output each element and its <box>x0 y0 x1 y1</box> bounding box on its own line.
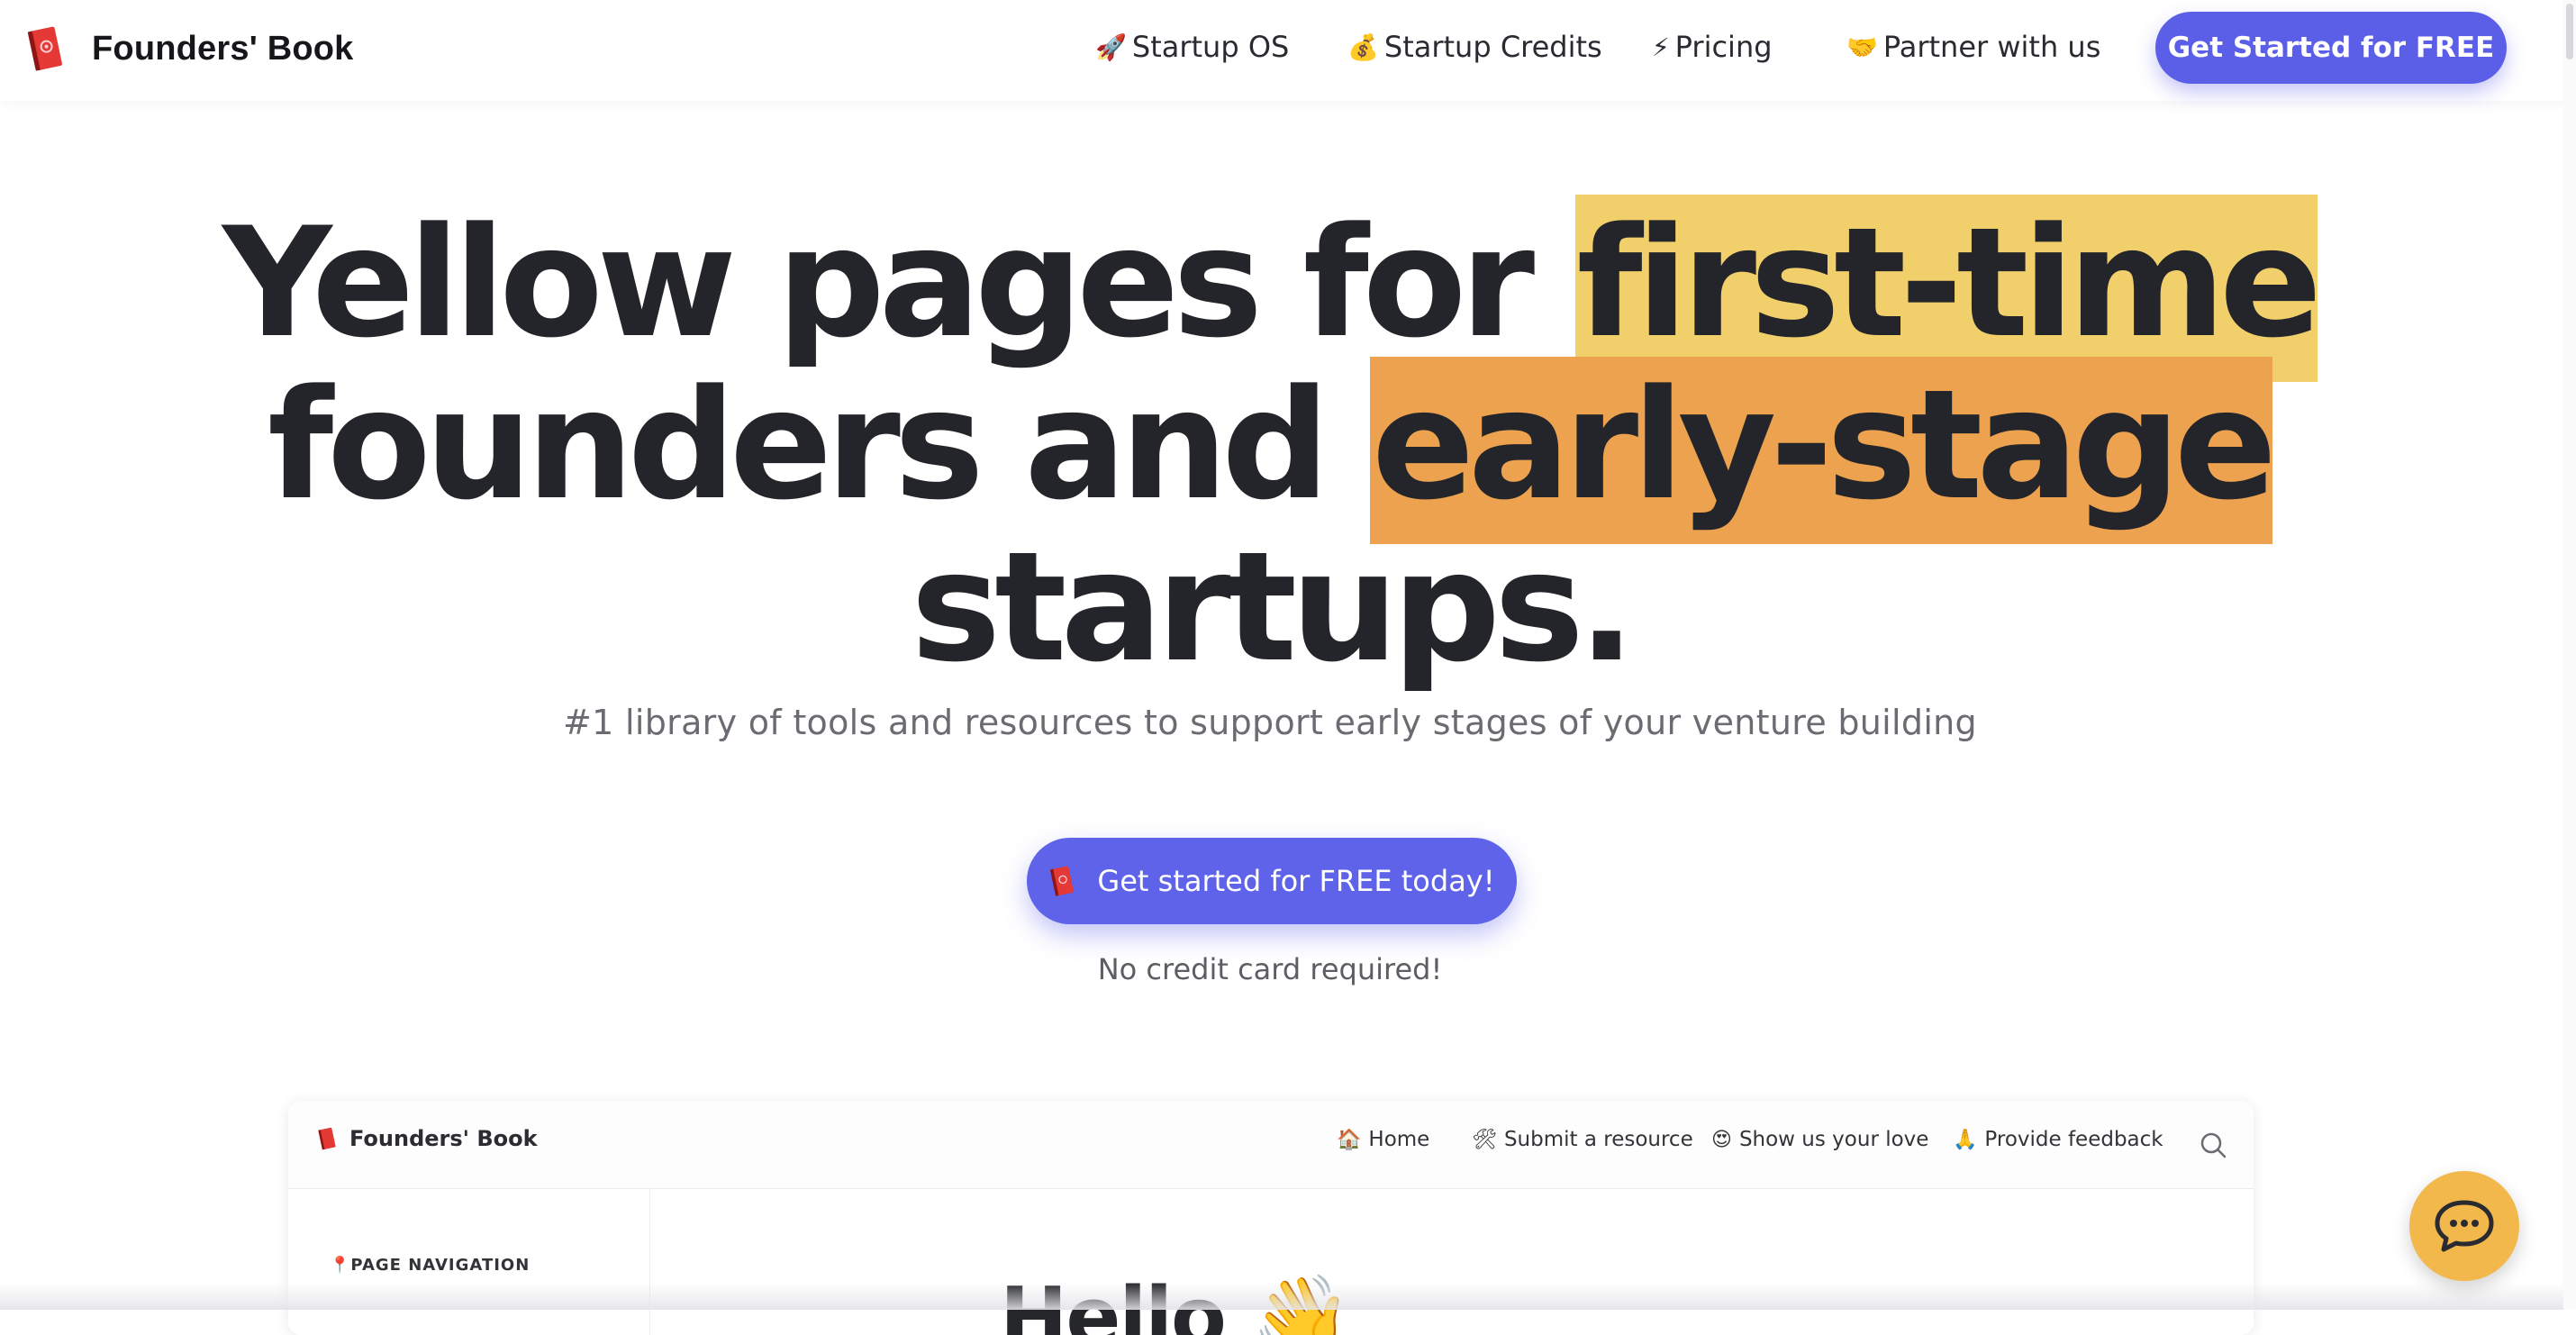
search-icon <box>2200 1132 2227 1158</box>
hero-highlight-first-time: first-time <box>1574 195 2322 382</box>
get-started-button[interactable]: Get Started for FREE <box>2155 12 2507 84</box>
hero-subtitle: #1 library of tools and resources to sup… <box>563 703 1977 742</box>
preview-nav-label: Submit a resource <box>1503 1128 1693 1151</box>
money-bag-icon: 💰 <box>1347 32 1379 62</box>
nav-link-startup-os[interactable]: 🚀 Startup OS <box>1095 25 1289 68</box>
preview-nav-label: Provide feedback <box>1984 1128 2163 1151</box>
red-book-icon <box>1050 866 1075 896</box>
bottom-fade <box>0 1283 2576 1310</box>
chat-bubble-icon <box>2435 1200 2494 1252</box>
house-icon: 🏠 <box>1337 1128 1362 1151</box>
top-navigation: Founders' Book 🚀 Startup OS 💰 Startup Cr… <box>0 0 2576 101</box>
preview-sidebar-title-text: PAGE NAVIGATION <box>350 1256 531 1275</box>
scrollbar-thumb[interactable] <box>2566 4 2573 59</box>
hero-title-text: Yellow pages for <box>222 195 1575 371</box>
hero-title-line-2: founders and early-stage <box>0 357 2540 544</box>
hero-highlight-early-stage: early-stage <box>1370 357 2277 544</box>
preview-nav-feedback: 🙏 Provide feedback <box>1953 1128 2163 1151</box>
preview-page-navigation-title: 📍PAGE NAVIGATION <box>330 1256 530 1275</box>
nav-link-label: Startup OS <box>1131 30 1290 64</box>
tools-icon: 🛠 <box>1472 1128 1497 1151</box>
hero-title-line-3: startups. <box>911 519 1636 695</box>
brand-name: Founders' Book <box>92 29 354 68</box>
nav-link-label: Pricing <box>1674 30 1773 64</box>
hero-cta-label: Get started for FREE today! <box>1097 864 1495 898</box>
nav-link-label: Startup Credits <box>1383 30 1602 64</box>
heart-eyes-icon: 😍 <box>1711 1128 1732 1151</box>
nav-link-pricing[interactable]: ⚡ Pricing <box>1652 25 1773 68</box>
hero-title-line-1: Yellow pages for first-time <box>0 195 2540 382</box>
nav-link-startup-credits[interactable]: 💰 Startup Credits <box>1347 25 1602 68</box>
preview-nav-love: 😍 Show us your love <box>1711 1128 1928 1151</box>
red-book-icon <box>27 26 62 71</box>
preview-brand: Founders' Book <box>317 1126 538 1151</box>
get-started-free-today-button[interactable]: Get started for FREE today! <box>1027 838 1517 924</box>
nav-link-partner[interactable]: 🤝 Partner with us <box>1846 25 2100 68</box>
chat-widget-button[interactable] <box>2409 1171 2519 1281</box>
no-credit-card-note: No credit card required! <box>1097 952 1443 986</box>
red-book-icon <box>318 1127 336 1150</box>
rocket-icon: 🚀 <box>1095 32 1127 62</box>
handshake-icon: 🤝 <box>1846 32 1878 62</box>
praying-hands-icon: 🙏 <box>1953 1128 1978 1151</box>
preview-nav-submit: 🛠 Submit a resource <box>1472 1128 1693 1151</box>
preview-nav-home: 🏠 Home <box>1337 1128 1429 1151</box>
page-scrollbar[interactable] <box>2563 0 2576 1310</box>
preview-nav-label: Show us your love <box>1738 1128 1929 1151</box>
preview-header: Founders' Book 🏠 Home 🛠 Submit a resourc… <box>288 1101 2254 1189</box>
hero-title-text: founders and <box>268 357 1371 533</box>
preview-nav-label: Home <box>1368 1128 1430 1151</box>
lightning-icon: ⚡ <box>1652 32 1670 62</box>
nav-link-label: Partner with us <box>1882 30 2101 64</box>
brand-logo-link[interactable]: Founders' Book <box>25 22 354 76</box>
preview-brand-name: Founders' Book <box>349 1126 538 1151</box>
pin-icon: 📍 <box>330 1256 351 1275</box>
